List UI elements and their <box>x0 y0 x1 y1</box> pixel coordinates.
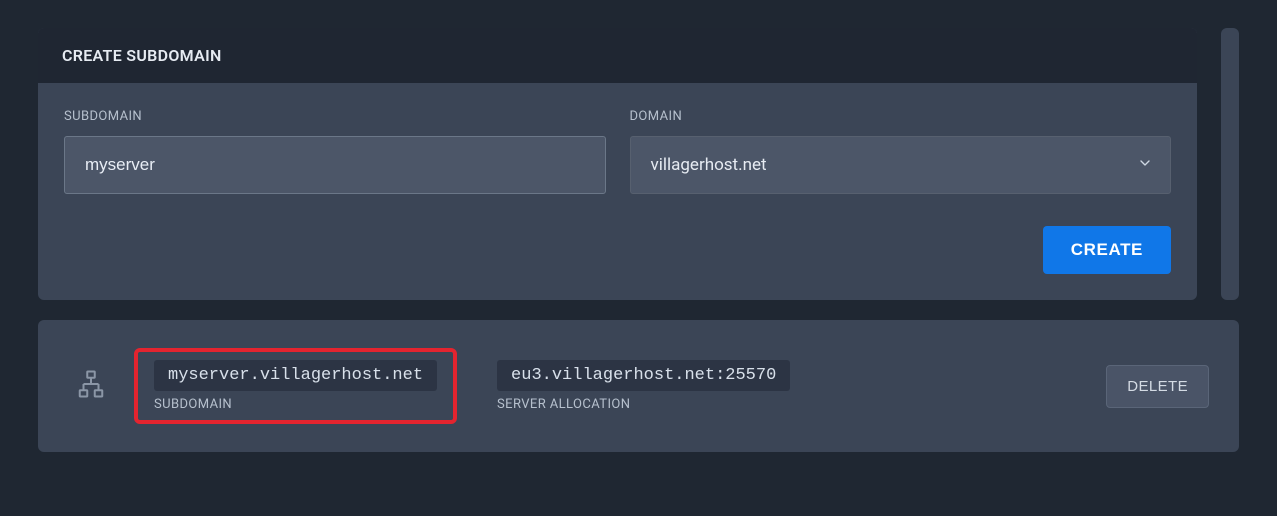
side-card-stub <box>1221 28 1239 300</box>
button-row: CREATE <box>64 226 1171 274</box>
subdomain-field: SUBDOMAIN <box>64 109 606 194</box>
network-icon <box>76 369 106 403</box>
delete-button[interactable]: DELETE <box>1106 365 1209 408</box>
server-allocation-block: eu3.villagerhost.net:25570 SERVER ALLOCA… <box>497 360 790 412</box>
create-subdomain-card: CREATE SUBDOMAIN SUBDOMAIN DOMAIN villag… <box>38 28 1197 300</box>
card-header: CREATE SUBDOMAIN <box>38 28 1197 83</box>
allocation-value-chip: eu3.villagerhost.net:25570 <box>497 360 790 391</box>
allocation-label: SERVER ALLOCATION <box>497 397 790 412</box>
subdomain-input[interactable] <box>64 136 606 194</box>
top-row: CREATE SUBDOMAIN SUBDOMAIN DOMAIN villag… <box>38 28 1239 300</box>
create-button[interactable]: CREATE <box>1043 226 1171 274</box>
subdomain-value-label: SUBDOMAIN <box>154 397 437 412</box>
domain-field: DOMAIN villagerhost.net <box>630 109 1172 194</box>
subdomain-value-chip: myserver.villagerhost.net <box>154 360 437 391</box>
card-body: SUBDOMAIN DOMAIN villagerhost.net <box>38 83 1197 300</box>
chevron-down-icon <box>1137 155 1153 175</box>
fields-row: SUBDOMAIN DOMAIN villagerhost.net <box>64 109 1171 194</box>
domain-select-wrap: villagerhost.net <box>630 136 1172 194</box>
domain-select[interactable]: villagerhost.net <box>630 136 1172 194</box>
subdomain-entry-card: myserver.villagerhost.net SUBDOMAIN eu3.… <box>38 320 1239 452</box>
domain-label: DOMAIN <box>630 109 1172 124</box>
domain-selected-value: villagerhost.net <box>651 155 767 175</box>
subdomain-label: SUBDOMAIN <box>64 109 606 124</box>
highlighted-subdomain-box: myserver.villagerhost.net SUBDOMAIN <box>134 348 457 424</box>
